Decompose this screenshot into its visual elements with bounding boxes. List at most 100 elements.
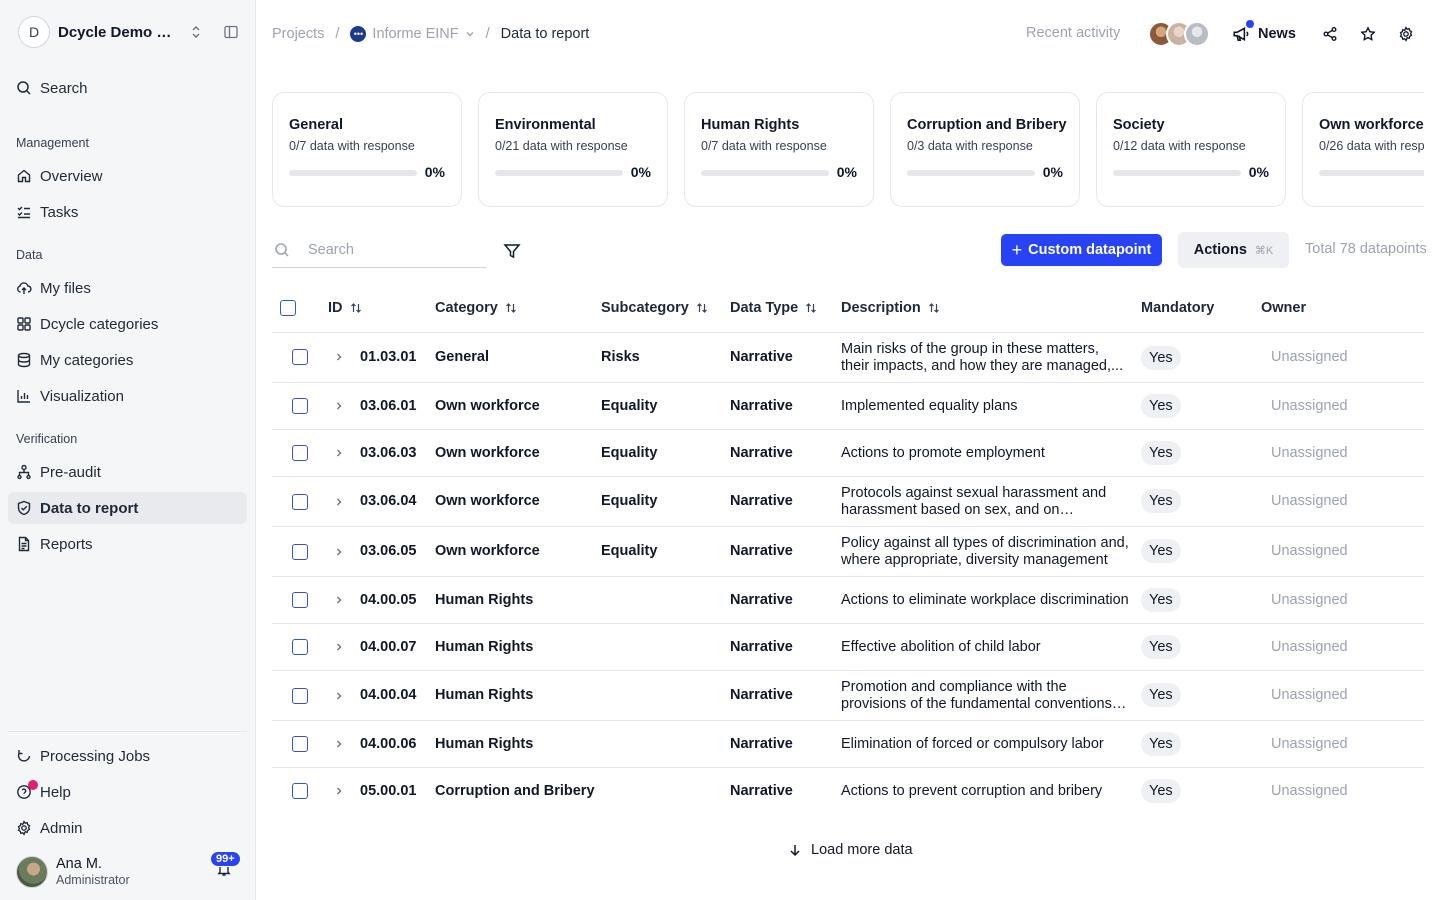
table-row[interactable]: 04.00.05 Human Rights Narrative Actions … bbox=[272, 577, 1424, 624]
table-row[interactable]: 03.06.03 Own workforce Equality Narrativ… bbox=[272, 430, 1424, 477]
sidebar-search[interactable]: Search bbox=[8, 72, 247, 104]
column-subcategory[interactable]: Subcategory bbox=[601, 300, 708, 316]
sidebar-item-visualization[interactable]: Visualization bbox=[8, 380, 247, 412]
avatar bbox=[16, 856, 48, 888]
load-more-button[interactable]: Load more data bbox=[788, 840, 913, 860]
breadcrumb-project[interactable]: Informe EINF bbox=[372, 26, 458, 42]
card-percent: 0% bbox=[1042, 164, 1063, 180]
search-icon bbox=[16, 80, 32, 96]
breadcrumb-projects[interactable]: Projects bbox=[272, 26, 324, 42]
cell-subcategory: Equality bbox=[601, 398, 658, 414]
column-id[interactable]: ID bbox=[328, 300, 362, 316]
table-row[interactable]: 04.00.06 Human Rights Narrative Eliminat… bbox=[272, 721, 1424, 768]
custom-datapoint-button[interactable]: + Custom datapoint bbox=[1001, 234, 1162, 266]
sidebar-item-label: My files bbox=[40, 279, 91, 297]
table-header: ID Category Subcategory Data Type Descri… bbox=[272, 290, 1424, 333]
document-icon bbox=[16, 536, 32, 552]
star-icon[interactable] bbox=[1360, 26, 1376, 42]
select-all-checkbox[interactable] bbox=[280, 300, 296, 316]
chevron-right-icon[interactable] bbox=[334, 401, 344, 411]
share-icon[interactable] bbox=[1322, 26, 1338, 42]
chevron-down-icon[interactable] bbox=[465, 29, 475, 39]
sidebar-item-admin[interactable]: Admin bbox=[8, 812, 247, 844]
table-row[interactable]: 04.00.04 Human Rights Narrative Promotio… bbox=[272, 671, 1424, 721]
sidebar-item-overview[interactable]: Overview bbox=[8, 160, 247, 192]
settings-gear-icon[interactable] bbox=[1398, 26, 1414, 42]
table-row[interactable]: 03.06.04 Own workforce Equality Narrativ… bbox=[272, 477, 1424, 527]
cell-owner[interactable]: Unassigned bbox=[1271, 736, 1348, 752]
row-checkbox[interactable] bbox=[292, 736, 308, 752]
sidebar-item-processing-jobs[interactable]: Processing Jobs bbox=[8, 740, 247, 772]
row-checkbox[interactable] bbox=[292, 544, 308, 560]
actions-button[interactable]: Actions ⌘K bbox=[1178, 232, 1289, 268]
sidebar-item-my-categories[interactable]: My categories bbox=[8, 344, 247, 376]
cell-owner[interactable]: Unassigned bbox=[1271, 592, 1348, 608]
user-profile[interactable]: Ana M. Administrator 99+ bbox=[16, 851, 246, 889]
table-row[interactable]: 01.03.01 General Risks Narrative Main ri… bbox=[272, 333, 1424, 383]
column-owner[interactable]: Owner bbox=[1261, 300, 1306, 316]
row-checkbox[interactable] bbox=[292, 349, 308, 365]
table-row[interactable]: 05.00.01 Corruption and Bribery Narrativ… bbox=[272, 768, 1424, 815]
cell-owner[interactable]: Unassigned bbox=[1271, 349, 1348, 365]
cell-owner[interactable]: Unassigned bbox=[1271, 493, 1348, 509]
row-checkbox[interactable] bbox=[292, 445, 308, 461]
progress-bar bbox=[495, 170, 623, 176]
cell-owner[interactable]: Unassigned bbox=[1271, 639, 1348, 655]
chevron-right-icon[interactable] bbox=[334, 352, 344, 362]
chevron-right-icon[interactable] bbox=[334, 497, 344, 507]
sort-icon bbox=[928, 303, 939, 313]
row-checkbox[interactable] bbox=[292, 398, 308, 414]
cell-owner[interactable]: Unassigned bbox=[1271, 445, 1348, 461]
search-input[interactable] bbox=[308, 240, 478, 260]
sidebar-item-reports[interactable]: Reports bbox=[8, 528, 247, 560]
cell-owner[interactable]: Unassigned bbox=[1271, 543, 1348, 559]
row-checkbox[interactable] bbox=[292, 783, 308, 799]
progress-card-environmental[interactable]: Environmental 0/21 data with response 0% bbox=[478, 92, 668, 207]
chevron-right-icon[interactable] bbox=[334, 786, 344, 796]
column-category[interactable]: Category bbox=[435, 300, 517, 316]
cell-owner[interactable]: Unassigned bbox=[1271, 783, 1348, 799]
column-mandatory[interactable]: Mandatory bbox=[1141, 300, 1214, 316]
collaborator-avatars[interactable] bbox=[1148, 21, 1210, 47]
mandatory-badge: Yes bbox=[1141, 732, 1181, 756]
sidebar-item-my-files[interactable]: My files bbox=[8, 272, 247, 304]
datapoints-table: ID Category Subcategory Data Type Descri… bbox=[272, 290, 1424, 815]
column-data-type[interactable]: Data Type bbox=[730, 300, 817, 316]
table-row[interactable]: 04.00.07 Human Rights Narrative Effectiv… bbox=[272, 624, 1424, 671]
recent-activity-link[interactable]: Recent activity bbox=[1026, 25, 1120, 41]
chevron-right-icon[interactable] bbox=[334, 642, 344, 652]
sidebar-item-data-to-report[interactable]: Data to report bbox=[8, 492, 247, 524]
cell-data-type: Narrative bbox=[730, 398, 793, 414]
card-subtitle: 0/21 data with response bbox=[495, 139, 628, 153]
table-row[interactable]: 03.06.05 Own workforce Equality Narrativ… bbox=[272, 527, 1424, 577]
cell-id: 04.00.07 bbox=[360, 639, 417, 655]
workspace-switcher[interactable]: D Dcycle Demo T... bbox=[18, 16, 246, 48]
table-row[interactable]: 03.06.01 Own workforce Equality Narrativ… bbox=[272, 383, 1424, 430]
progress-card-human-rights[interactable]: Human Rights 0/7 data with response 0% bbox=[684, 92, 874, 207]
chevron-right-icon[interactable] bbox=[334, 739, 344, 749]
row-checkbox[interactable] bbox=[292, 688, 308, 704]
column-description[interactable]: Description bbox=[841, 300, 940, 316]
sidebar-item-pre-audit[interactable]: Pre-audit bbox=[8, 456, 247, 488]
sidebar-item-tasks[interactable]: Tasks bbox=[8, 196, 247, 228]
chevron-right-icon[interactable] bbox=[334, 448, 344, 458]
progress-card-society[interactable]: Society 0/12 data with response 0% bbox=[1096, 92, 1286, 207]
progress-card-general[interactable]: General 0/7 data with response 0% bbox=[272, 92, 462, 207]
sidebar-collapse-icon[interactable] bbox=[223, 24, 239, 40]
cell-owner[interactable]: Unassigned bbox=[1271, 398, 1348, 414]
mandatory-badge: Yes bbox=[1141, 394, 1181, 418]
cell-owner[interactable]: Unassigned bbox=[1271, 687, 1348, 703]
row-checkbox[interactable] bbox=[292, 494, 308, 510]
chevron-right-icon[interactable] bbox=[334, 547, 344, 557]
mandatory-badge: Yes bbox=[1141, 346, 1181, 370]
sidebar-item-help[interactable]: Help bbox=[8, 776, 247, 808]
progress-card-corruption[interactable]: Corruption and Bribery 0/3 data with res… bbox=[890, 92, 1080, 207]
sidebar-item-dcycle-categories[interactable]: Dcycle categories bbox=[8, 308, 247, 340]
row-checkbox[interactable] bbox=[292, 592, 308, 608]
chevron-right-icon[interactable] bbox=[334, 691, 344, 701]
row-checkbox[interactable] bbox=[292, 639, 308, 655]
filter-icon[interactable] bbox=[503, 242, 521, 260]
progress-card-own-workforce[interactable]: Own workforce 0/26 data with response 0% bbox=[1302, 92, 1424, 207]
chevron-right-icon[interactable] bbox=[334, 595, 344, 605]
news-button[interactable]: News bbox=[1232, 20, 1296, 44]
